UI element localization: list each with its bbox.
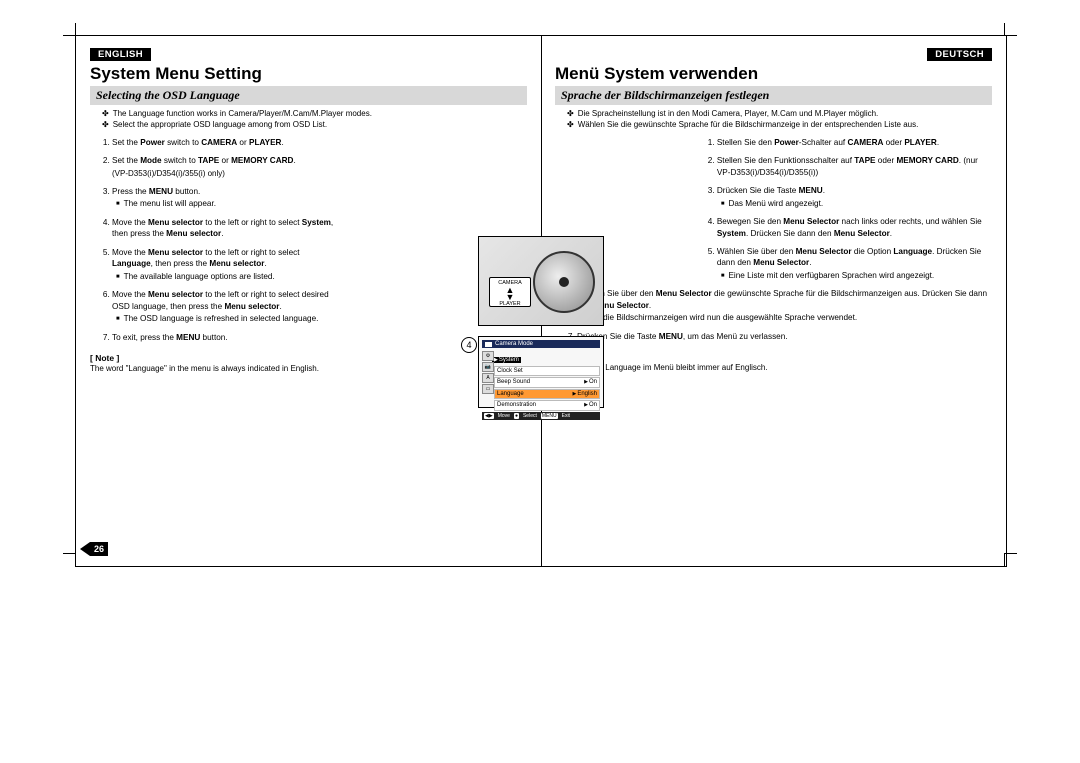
- intro-bullets: Die Spracheinstellung ist in den Modi Ca…: [555, 109, 992, 131]
- osd-row-label: Beep Sound: [497, 378, 530, 386]
- left-column: ENGLISH System Menu Setting Selecting th…: [76, 36, 541, 381]
- osd-menu-row: Beep Sound On: [494, 377, 600, 387]
- key-hint-label: Select: [523, 413, 537, 419]
- osd-menu-row: Demonstration On: [494, 400, 600, 410]
- step-item: Set the Mode switch to TAPE or MEMORY CA…: [112, 155, 339, 179]
- page-number-badge: 26: [90, 542, 108, 556]
- step-subnote: (VP-D353(i)/D354(i)/355(i) only): [112, 168, 339, 179]
- key-hint-icon: MENU: [541, 413, 558, 419]
- step-item: Bewegen Sie den Menu Selector nach links…: [717, 216, 992, 239]
- tab-icon: A: [482, 373, 494, 383]
- step-item: Drücken Sie die Taste MENU.Das Menü wird…: [717, 185, 992, 209]
- osd-side-icons: ⚙ 📷 A ▭: [482, 351, 492, 394]
- section-title: System Menu Setting: [90, 64, 527, 84]
- note-text: The word "Language" in the menu is alway…: [90, 364, 527, 373]
- step-sub-bullet: Für die Bildschirmanzeigen wird nun die …: [581, 312, 992, 323]
- key-hint-label: Move: [498, 413, 510, 419]
- step-item: Set the Power switch to CAMERA or PLAYER…: [112, 137, 339, 148]
- right-column: DEUTSCH Menü System verwenden Sprache de…: [541, 36, 1006, 380]
- step-item: Stellen Sie den Funktionsschalter auf TA…: [717, 155, 992, 178]
- arrow-down-icon: ▼: [490, 294, 530, 301]
- osd-row-label: Language: [497, 390, 524, 398]
- tab-icon: 📷: [482, 362, 494, 372]
- step-item: Move the Menu selector to the left or ri…: [112, 217, 339, 240]
- manual-page: ENGLISH System Menu Setting Selecting th…: [75, 35, 1007, 567]
- key-hint-icon: ●: [514, 413, 519, 419]
- language-tag-english: ENGLISH: [90, 48, 151, 61]
- section-subtitle: Sprache der Bildschirmanzeigen festlegen: [555, 86, 992, 105]
- language-tag-deutsch: DEUTSCH: [927, 48, 992, 61]
- figure-power-switch: 1 CAMERA ▲ ▼ PLAYER: [478, 236, 604, 326]
- osd-menu-row: Clock Set-: [494, 366, 600, 376]
- step-item: Stellen Sie den Power-Schalter auf CAMER…: [717, 137, 992, 148]
- osd-row-label: Demonstration: [497, 401, 536, 409]
- step-item: Move the Menu selector to the left or ri…: [112, 247, 339, 282]
- note-heading: [ Note ]: [90, 353, 527, 363]
- step-item: Wählen Sie über den Menu Selector die ge…: [577, 288, 992, 323]
- osd-title-text: Camera Mode: [495, 341, 533, 347]
- tab-icon: ⚙: [482, 351, 494, 361]
- step-item: Drücken Sie die Taste MENU, um das Menü …: [577, 331, 992, 342]
- step-sub-bullet: The available language options are liste…: [116, 271, 339, 282]
- osd-menu-rows: Clock Set- Beep Sound On Language English Dem…: [494, 366, 600, 411]
- instruction-steps: Set the Power switch to CAMERA or PLAYER…: [90, 137, 339, 343]
- section-subtitle: Selecting the OSD Language: [90, 86, 527, 105]
- key-hint-icon: ◀▶: [484, 413, 494, 419]
- step-item: Press the MENU button.The menu list will…: [112, 186, 339, 210]
- figure-number-icon: 4: [461, 337, 477, 353]
- bullet-item: Die Spracheinstellung ist in den Modi Ca…: [567, 109, 992, 120]
- step-item: To exit, press the MENU button.: [112, 332, 339, 343]
- osd-row-value: On: [584, 401, 597, 409]
- step-item: Move the Menu selector to the left or ri…: [112, 289, 339, 324]
- key-hint-label: Exit: [562, 413, 570, 419]
- switch-label-player: PLAYER: [490, 301, 530, 308]
- bullet-item: Wählen Sie die gewünschte Sprache für di…: [567, 120, 992, 131]
- step-sub-bullet: Das Menü wird angezeigt.: [721, 198, 992, 209]
- intro-bullets: The Language function works in Camera/Pl…: [90, 109, 527, 131]
- osd-row-value: On: [584, 378, 597, 386]
- osd-section-label: System: [492, 357, 521, 363]
- bullet-item: The Language function works in Camera/Pl…: [102, 109, 527, 120]
- figure-area: 1 CAMERA ▲ ▼ PLAYER 4 Camera Mode System…: [478, 236, 604, 418]
- note-text: Der Ausdruck Language im Menü bleibt imm…: [555, 363, 992, 372]
- instruction-steps: Stellen Sie den Power-Schalter auf CAMER…: [695, 137, 992, 282]
- power-dial-icon: [533, 251, 595, 313]
- step-sub-bullet: Eine Liste mit den verfügbaren Sprachen …: [721, 270, 992, 281]
- osd-row-label: Clock Set: [497, 367, 523, 375]
- note-heading: [ Hinweis ]: [555, 352, 992, 362]
- section-title: Menü System verwenden: [555, 64, 992, 84]
- step-sub-bullet: The OSD language is refreshed in selecte…: [116, 313, 339, 324]
- step-sub-bullet: The menu list will appear.: [116, 198, 339, 209]
- osd-menu-row: Language English: [494, 389, 600, 399]
- osd-bottom-bar: ◀▶ Move ● Select MENU Exit: [482, 412, 600, 420]
- figure-osd-menu: 4 Camera Mode System ⚙ 📷 A ▭ Clock Set-B…: [478, 336, 604, 408]
- camera-player-switch-label: CAMERA ▲ ▼ PLAYER: [489, 277, 531, 307]
- bullet-item: Select the appropriate OSD language amon…: [102, 120, 527, 131]
- camera-icon: [485, 342, 492, 347]
- osd-titlebar: Camera Mode: [482, 340, 600, 348]
- tab-icon: ▭: [482, 384, 494, 394]
- osd-row-value: English: [572, 390, 597, 398]
- instruction-steps-continued: Wählen Sie über den Menu Selector die ge…: [555, 288, 992, 342]
- step-item: Wählen Sie über den Menu Selector die Op…: [717, 246, 992, 281]
